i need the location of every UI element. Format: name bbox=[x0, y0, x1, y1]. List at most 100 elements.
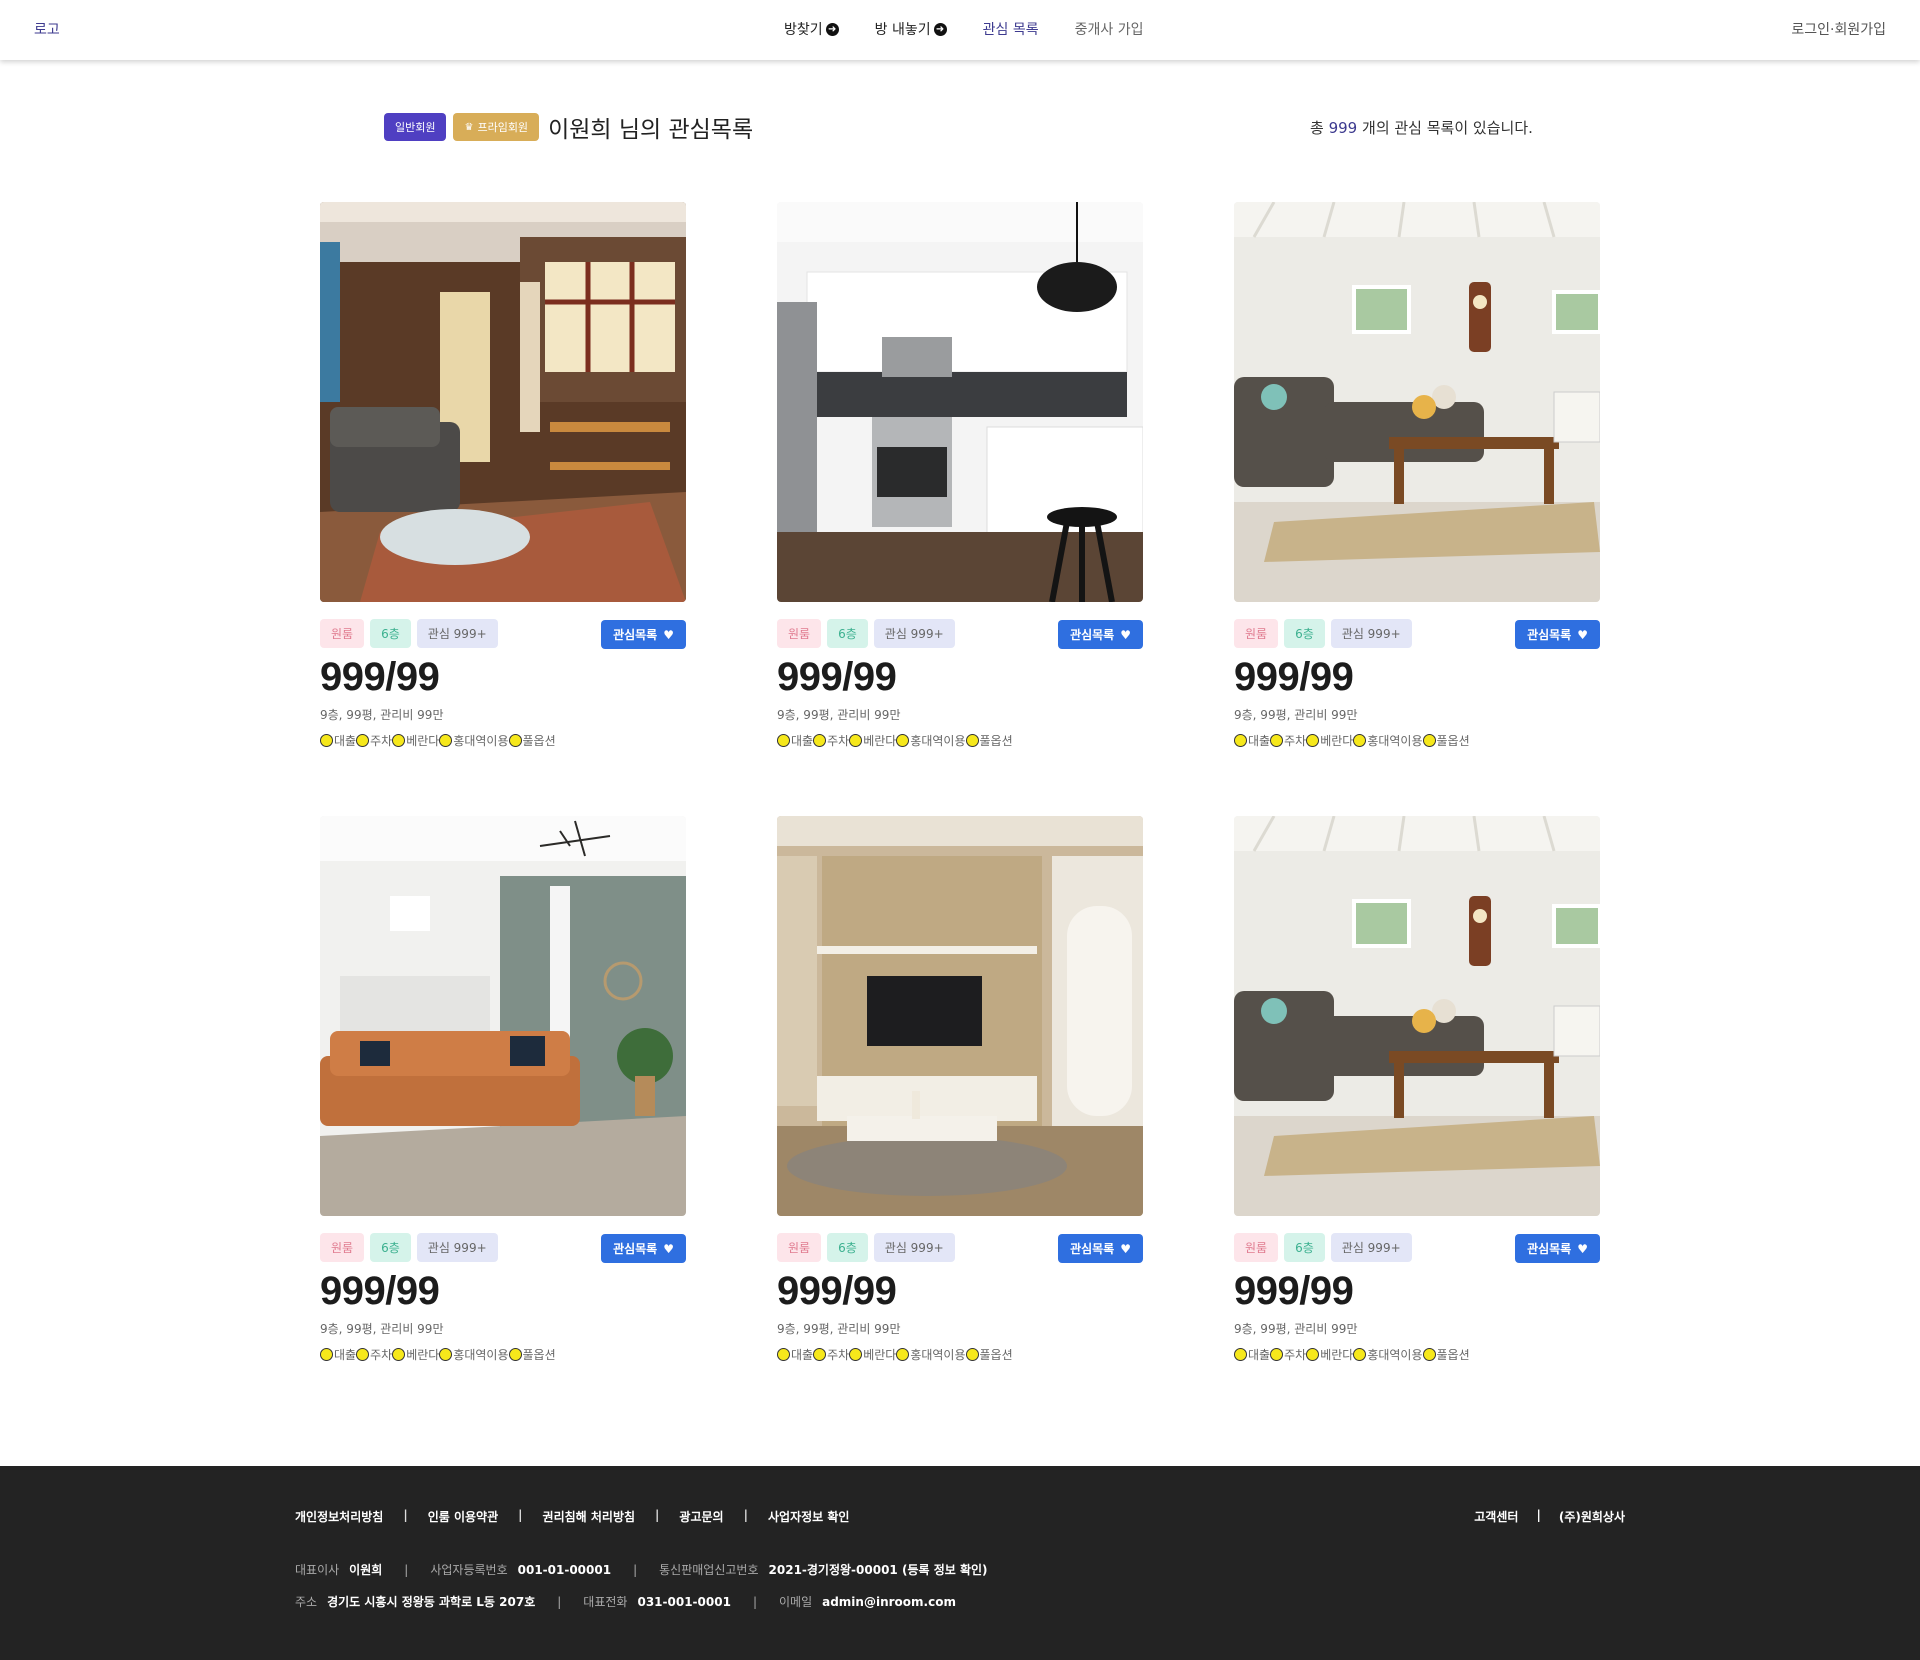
footer-link-ads[interactable]: 광고문의 bbox=[679, 1508, 723, 1525]
divider: | bbox=[404, 1562, 409, 1577]
option-item: 주차 bbox=[813, 1346, 849, 1363]
option-label: 홍대역이용 bbox=[1367, 1348, 1423, 1362]
listing-tags: 원룸 6층 관심 999+ 관심목록 ♥ bbox=[777, 1233, 1143, 1263]
favorite-button-label: 관심목록 bbox=[1070, 1242, 1115, 1256]
yellow-dot-icon bbox=[965, 1348, 979, 1361]
option-item: 풀옵션 bbox=[1422, 732, 1470, 749]
option-item: 대출 bbox=[1234, 1346, 1270, 1363]
footer-link-business-info[interactable]: 사업자정보 확인 bbox=[768, 1508, 849, 1525]
option-label: 베란다 bbox=[406, 1348, 440, 1362]
listing-price: 999/99 bbox=[320, 655, 440, 699]
room-type-tag: 원룸 bbox=[1234, 619, 1279, 648]
footer-link-terms[interactable]: 인룸 이용약관 bbox=[428, 1508, 498, 1525]
likes-tag: 관심 999+ bbox=[416, 619, 498, 648]
floor-tag: 6층 bbox=[370, 619, 411, 648]
nav-favorites[interactable]: 관심 목록 bbox=[983, 19, 1039, 39]
room-type-tag: 원룸 bbox=[320, 619, 365, 648]
heart-icon: ♥ bbox=[1120, 1241, 1131, 1256]
ecommerce-number-label: 통신판매업신고번호 bbox=[659, 1563, 759, 1577]
listing-photo[interactable] bbox=[777, 202, 1143, 602]
option-item: 대출 bbox=[320, 732, 356, 749]
likes-tag: 관심 999+ bbox=[873, 619, 955, 648]
option-item: 대출 bbox=[777, 1346, 813, 1363]
yellow-dot-icon bbox=[439, 734, 453, 747]
listing-price: 999/99 bbox=[1234, 1269, 1354, 1313]
heart-icon: ♥ bbox=[1577, 1241, 1588, 1256]
yellow-dot-icon bbox=[356, 1348, 370, 1361]
listing-photo[interactable] bbox=[1234, 816, 1600, 1216]
option-label: 풀옵션 bbox=[1436, 1348, 1470, 1362]
option-label: 주차 bbox=[1284, 1348, 1307, 1362]
favorite-button[interactable]: 관심목록 ♥ bbox=[1515, 1234, 1600, 1263]
listing-options: 대출 주차 베란다 홍대역이용 풀옵션 bbox=[777, 732, 1143, 749]
nav-agent-signup-label: 중개사 가입 bbox=[1074, 22, 1144, 38]
favorite-button[interactable]: 관심목록 ♥ bbox=[1058, 620, 1143, 649]
option-label: 풀옵션 bbox=[979, 734, 1013, 748]
listing-photo[interactable] bbox=[320, 816, 686, 1216]
footer-company-name: (주)원희상사 bbox=[1558, 1510, 1625, 1524]
option-item: 베란다 bbox=[849, 1346, 896, 1363]
listing-tags: 원룸 6층 관심 999+ 관심목록 ♥ bbox=[1234, 619, 1600, 649]
floor-tag: 6층 bbox=[1284, 1233, 1325, 1262]
yellow-dot-icon bbox=[1234, 734, 1247, 747]
footer-link-support[interactable]: 고객센터 bbox=[1474, 1508, 1518, 1525]
option-label: 대출 bbox=[334, 1348, 357, 1362]
favorite-button-label: 관심목록 bbox=[1070, 628, 1115, 642]
footer-link-privacy[interactable]: 개인정보처리방침 bbox=[295, 1508, 383, 1525]
option-item: 풀옵션 bbox=[508, 732, 556, 749]
listing-options: 대출 주차 베란다 홍대역이용 풀옵션 bbox=[1234, 1346, 1600, 1363]
footer-info-row-1: 대표이사 이원희 | 사업자등록번호 001-01-00001 | 통신판매업신… bbox=[295, 1561, 988, 1578]
listing-card[interactable]: 원룸 6층 관심 999+ 관심목록 ♥ 999/99 9층, 99평, 관리비… bbox=[1234, 202, 1600, 749]
nav-find-room[interactable]: 방찾기 ➜ bbox=[784, 19, 839, 39]
listing-card[interactable]: 원룸 6층 관심 999+ 관심목록 ♥ 999/99 9층, 99평, 관리비… bbox=[777, 816, 1143, 1363]
footer-link-rights[interactable]: 권리침해 처리방침 bbox=[543, 1508, 636, 1525]
page-title-row: 일반회원 ♛ 프라임회원 이원희 님의 관심목록 bbox=[384, 110, 753, 144]
favorite-button[interactable]: 관심목록 ♥ bbox=[601, 1234, 686, 1263]
favorite-button[interactable]: 관심목록 ♥ bbox=[1515, 620, 1600, 649]
yellow-dot-icon bbox=[439, 1348, 453, 1361]
nav-agent-signup[interactable]: 중개사 가입 bbox=[1075, 19, 1144, 39]
option-item: 베란다 bbox=[392, 1346, 439, 1363]
yellow-dot-icon bbox=[1270, 1348, 1284, 1361]
listing-card[interactable]: 원룸 6층 관심 999+ 관심목록 ♥ 999/99 9층, 99평, 관리비… bbox=[1234, 816, 1600, 1363]
option-label: 대출 bbox=[334, 734, 357, 748]
option-item: 홍대역이용 bbox=[439, 732, 509, 749]
ecommerce-number-value[interactable]: 2021-경기정왕-00001 (등록 정보 확인) bbox=[769, 1561, 988, 1578]
yellow-dot-icon bbox=[392, 734, 406, 747]
option-label: 주차 bbox=[827, 734, 850, 748]
listing-photo[interactable] bbox=[777, 816, 1143, 1216]
yellow-dot-icon bbox=[356, 734, 370, 747]
option-item: 홍대역이용 bbox=[439, 1346, 509, 1363]
listing-description: 9층, 99평, 관리비 99만 bbox=[320, 708, 444, 722]
floor-tag: 6층 bbox=[370, 1233, 411, 1262]
divider: | bbox=[655, 1508, 660, 1522]
option-item: 주차 bbox=[356, 1346, 392, 1363]
logo-link[interactable]: 로고 bbox=[34, 19, 60, 39]
login-signup-link[interactable]: 로그인·회원가입 bbox=[1791, 19, 1886, 39]
listing-options: 대출 주차 베란다 홍대역이용 풀옵션 bbox=[1234, 732, 1600, 749]
option-label: 베란다 bbox=[1320, 1348, 1354, 1362]
yellow-dot-icon bbox=[508, 734, 522, 747]
yellow-dot-icon bbox=[1270, 734, 1284, 747]
ceo-value: 이원희 bbox=[349, 1563, 383, 1577]
favorite-button[interactable]: 관심목록 ♥ bbox=[601, 620, 686, 649]
phone-label: 대표전화 bbox=[583, 1595, 628, 1609]
yellow-dot-icon bbox=[777, 1348, 790, 1361]
listing-photo[interactable] bbox=[1234, 202, 1600, 602]
option-label: 홍대역이용 bbox=[453, 1348, 509, 1362]
divider: | bbox=[403, 1508, 408, 1522]
listing-card[interactable]: 원룸 6층 관심 999+ 관심목록 ♥ 999/99 9층, 99평, 관리비… bbox=[320, 816, 686, 1363]
email-value[interactable]: admin@inroom.com bbox=[822, 1595, 956, 1609]
nav-list-room[interactable]: 방 내놓기 ➜ bbox=[875, 19, 947, 39]
option-label: 풀옵션 bbox=[979, 1348, 1013, 1362]
yellow-dot-icon bbox=[813, 734, 827, 747]
footer: 개인정보처리방침 | 인룸 이용약관 | 권리침해 처리방침 | 광고문의 | 사업자정… bbox=[0, 1466, 1920, 1660]
listing-photo[interactable] bbox=[320, 202, 686, 602]
listing-card[interactable]: 원룸 6층 관심 999+ 관심목록 ♥ 999/99 9층, 99평, 관리비… bbox=[777, 202, 1143, 749]
yellow-dot-icon bbox=[849, 1348, 863, 1361]
favorite-button[interactable]: 관심목록 ♥ bbox=[1058, 1234, 1143, 1263]
biz-number-value: 001-01-00001 bbox=[517, 1562, 612, 1577]
likes-tag: 관심 999+ bbox=[1330, 619, 1412, 648]
listing-card[interactable]: 원룸 6층 관심 999+ 관심목록 ♥ 999/99 9층, 99평, 관리비… bbox=[320, 202, 686, 749]
heart-icon: ♥ bbox=[1120, 627, 1131, 642]
